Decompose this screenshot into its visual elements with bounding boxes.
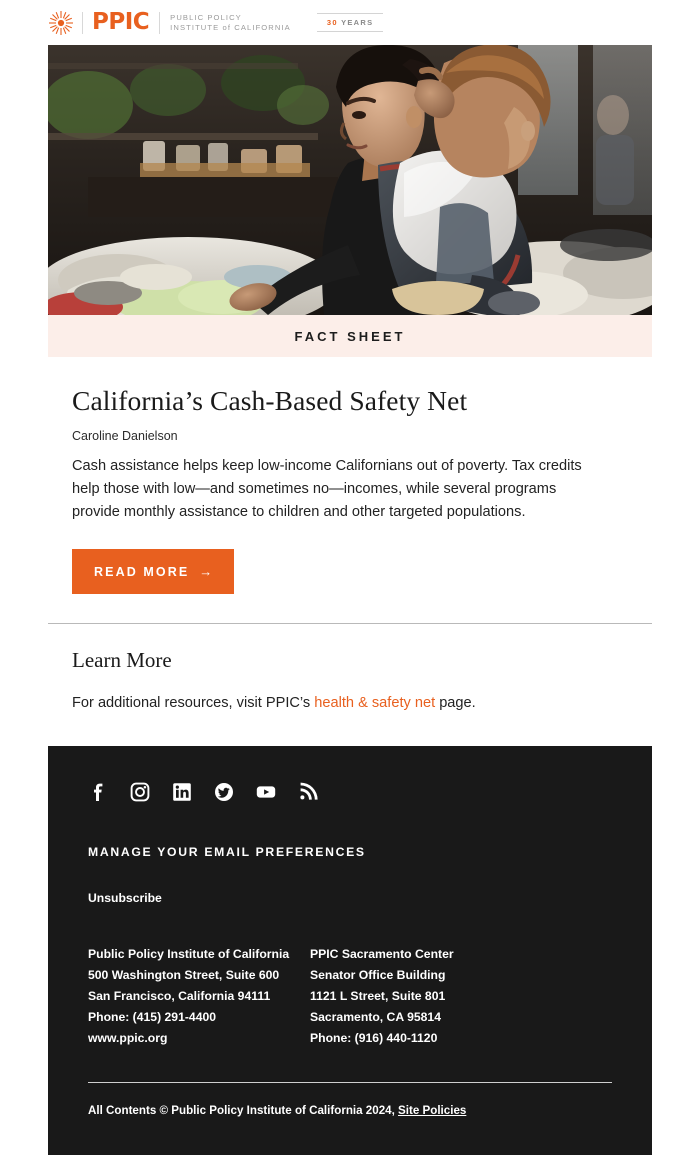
manage-preferences-title: MANAGE YOUR EMAIL PREFERENCES [88,845,366,860]
address-line: 500 Washington Street, Suite 600 [88,968,280,983]
unsubscribe-link[interactable]: Unsubscribe [88,891,162,905]
address-line: San Francisco, California 94111 [88,989,271,1004]
logo-divider-2 [159,11,161,34]
address-line: PPIC Sacramento Center [310,947,454,962]
youtube-icon[interactable] [256,782,276,802]
learn-more-section: Learn More For additional resources, vis… [0,624,700,714]
linkedin-icon[interactable] [172,782,192,802]
address-column-sf: Public Policy Institute of California 50… [88,944,310,1049]
anniversary-label: YEARS [341,18,374,27]
anniversary-number: 30 [326,18,338,27]
footer: MANAGE YOUR EMAIL PREFERENCES Unsubscrib… [48,746,652,1155]
address-line: Sacramento, CA 95814 [310,1010,441,1025]
email-page: PPIC PUBLIC POLICY INSTITUTE of CALIFORN… [0,0,700,1155]
article-section: California’s Cash-Based Safety Net Carol… [0,357,700,595]
sunburst-icon [48,10,74,36]
hero-photo-canvas [48,45,652,315]
address-line: 1121 L Street, Suite 801 [310,989,446,1004]
arrow-right-icon: → [199,564,213,580]
fact-sheet-band: FACT SHEET [48,315,652,357]
institute-line-2a: INSTITUTE [170,22,220,32]
facebook-icon[interactable] [88,782,108,802]
learn-more-text: For additional resources, visit PPIC’s h… [72,692,652,714]
twitter-icon[interactable] [214,782,234,802]
read-more-label: READ MORE [94,564,190,579]
address-line: Phone: (916) 440-1120 [310,1031,438,1046]
rss-icon[interactable] [298,782,318,802]
learn-more-title: Learn More [72,648,172,673]
institute-line-2-of: of [222,22,232,32]
read-more-button[interactable]: READ MORE → [72,549,235,595]
learn-more-text-after: page. [435,695,476,712]
article-description: Cash assistance helps keep low-income Ca… [72,458,582,521]
health-safety-net-link[interactable]: health & safety net [314,695,435,711]
address-line: Phone: (415) 291-4400 [88,1010,217,1025]
ppic-logo[interactable]: PPIC PUBLIC POLICY INSTITUTE of CALIFORN… [48,10,291,36]
article-author: Caroline Danielson [72,429,178,444]
ppic-wordmark: PPIC [92,9,150,35]
institute-line-2b: CALIFORNIA [234,22,291,32]
social-links [88,782,612,802]
address-line: Public Policy Institute of California [88,947,290,962]
institute-name: PUBLIC POLICY INSTITUTE of CALIFORNIA [170,13,291,33]
fact-sheet-label: FACT SHEET [294,328,406,344]
instagram-icon[interactable] [130,782,150,802]
footer-divider [88,1082,612,1084]
copyright-text: All Contents © Public Policy Institute o… [88,1104,399,1118]
institute-line-1: PUBLIC POLICY [170,12,242,22]
header-logo-bar: PPIC PUBLIC POLICY INSTITUTE of CALIFORN… [0,0,700,45]
copyright: All Contents © Public Policy Institute o… [88,1104,612,1117]
address-column-sacramento: PPIC Sacramento Center Senator Office Bu… [310,944,532,1049]
page-title: California’s Cash-Based Safety Net [72,385,468,416]
address-line: Senator Office Building [310,968,446,983]
logo-divider [82,11,83,34]
website-link[interactable]: www.ppic.org [88,1028,310,1049]
hero-image[interactable] [48,45,652,315]
site-policies-link[interactable]: Site Policies [398,1104,466,1117]
address-columns: Public Policy Institute of California 50… [88,944,612,1049]
anniversary-badge: 30 YEARS [316,13,384,32]
learn-more-text-before: For additional resources, visit PPIC’s [72,695,315,712]
